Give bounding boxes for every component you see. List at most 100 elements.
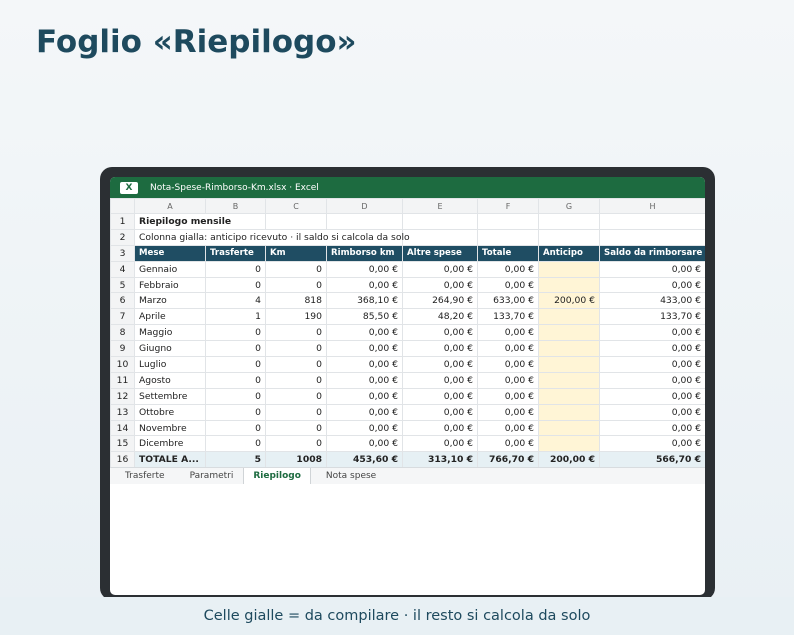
- column-letter[interactable]: B: [205, 198, 266, 214]
- data-cell[interactable]: 133,70 €: [477, 308, 539, 326]
- data-cell[interactable]: 0,00 €: [326, 435, 403, 453]
- column-header-cell[interactable]: Km: [265, 244, 327, 262]
- data-cell[interactable]: 0,00 €: [599, 356, 705, 373]
- sheet-tab-nota-spese[interactable]: Nota spese: [311, 468, 386, 484]
- data-cell[interactable]: 0,00 €: [477, 371, 539, 389]
- empty-cell[interactable]: [599, 213, 705, 230]
- data-cell[interactable]: 0,00 €: [599, 403, 705, 421]
- data-cell[interactable]: Aprile: [134, 308, 206, 326]
- data-cell[interactable]: 818: [265, 292, 327, 310]
- data-cell[interactable]: Marzo: [134, 292, 206, 310]
- summary-title-cell[interactable]: Riepilogo mensile: [134, 213, 266, 230]
- data-cell[interactable]: Settembre: [134, 387, 206, 405]
- row-number[interactable]: 10: [110, 356, 135, 373]
- data-cell[interactable]: 0,00 €: [599, 324, 705, 342]
- total-cell[interactable]: 566,70 €: [599, 451, 705, 469]
- data-cell[interactable]: 0: [265, 324, 327, 342]
- data-cell[interactable]: Agosto: [134, 371, 206, 389]
- total-cell[interactable]: 200,00 €: [538, 451, 600, 469]
- data-cell[interactable]: Giugno: [134, 340, 206, 358]
- data-cell[interactable]: Maggio: [134, 324, 206, 342]
- column-letter[interactable]: E: [402, 198, 478, 214]
- empty-cell[interactable]: [538, 213, 600, 230]
- data-cell[interactable]: 0: [265, 276, 327, 294]
- data-cell[interactable]: 0,00 €: [402, 387, 478, 405]
- data-cell[interactable]: 0: [265, 371, 327, 389]
- row-number[interactable]: 3: [110, 244, 135, 262]
- column-letter[interactable]: G: [538, 198, 600, 214]
- empty-cell[interactable]: [599, 228, 705, 246]
- total-cell[interactable]: 5: [205, 451, 266, 469]
- row-number[interactable]: 1: [110, 213, 135, 230]
- column-letter[interactable]: H: [599, 198, 705, 214]
- total-cell[interactable]: 453,60 €: [326, 451, 403, 469]
- data-cell[interactable]: 0: [265, 340, 327, 358]
- empty-cell[interactable]: [477, 228, 539, 246]
- data-cell[interactable]: 0,00 €: [477, 340, 539, 358]
- data-cell[interactable]: 0,00 €: [477, 276, 539, 294]
- data-cell[interactable]: 0: [205, 340, 266, 358]
- sheet-tab-parametri[interactable]: Parametri: [175, 468, 244, 484]
- data-cell[interactable]: 4: [205, 292, 266, 310]
- anticipo-input-cell[interactable]: [538, 419, 600, 437]
- data-cell[interactable]: 0: [205, 435, 266, 453]
- anticipo-input-cell[interactable]: [538, 371, 600, 389]
- column-letter[interactable]: A: [134, 198, 206, 214]
- data-cell[interactable]: 433,00 €: [599, 292, 705, 310]
- data-cell[interactable]: 0,00 €: [599, 260, 705, 278]
- data-cell[interactable]: 0: [205, 324, 266, 342]
- anticipo-input-cell[interactable]: [538, 340, 600, 358]
- anticipo-input-cell[interactable]: [538, 324, 600, 342]
- empty-cell[interactable]: [265, 213, 327, 230]
- row-number[interactable]: 16: [110, 451, 135, 469]
- anticipo-input-cell[interactable]: [538, 276, 600, 294]
- data-cell[interactable]: 0,00 €: [599, 419, 705, 437]
- data-cell[interactable]: 0: [265, 356, 327, 373]
- data-cell[interactable]: 0: [205, 371, 266, 389]
- total-cell[interactable]: 1008: [265, 451, 327, 469]
- data-cell[interactable]: Ottobre: [134, 403, 206, 421]
- data-cell[interactable]: 0,00 €: [326, 419, 403, 437]
- data-cell[interactable]: 0: [205, 403, 266, 421]
- data-cell[interactable]: 0,00 €: [402, 371, 478, 389]
- sheet-tab-riepilogo[interactable]: Riepilogo: [243, 468, 311, 485]
- data-cell[interactable]: 0,00 €: [599, 340, 705, 358]
- row-number[interactable]: 12: [110, 387, 135, 405]
- row-number[interactable]: 14: [110, 419, 135, 437]
- data-cell[interactable]: 0,00 €: [599, 387, 705, 405]
- data-cell[interactable]: 0,00 €: [477, 387, 539, 405]
- data-cell[interactable]: 0: [265, 419, 327, 437]
- data-cell[interactable]: 0,00 €: [326, 260, 403, 278]
- column-header-cell[interactable]: Mese: [134, 244, 206, 262]
- data-cell[interactable]: 0,00 €: [477, 403, 539, 421]
- total-cell[interactable]: 313,10 €: [402, 451, 478, 469]
- row-number[interactable]: 4: [110, 260, 135, 278]
- data-cell[interactable]: 0,00 €: [599, 276, 705, 294]
- note-cell[interactable]: Colonna gialla: anticipo ricevuto · il s…: [134, 228, 410, 246]
- data-cell[interactable]: 0: [205, 276, 266, 294]
- data-cell[interactable]: 0,00 €: [599, 371, 705, 389]
- data-cell[interactable]: 0: [205, 419, 266, 437]
- data-cell[interactable]: 0,00 €: [477, 356, 539, 373]
- data-cell[interactable]: 264,90 €: [402, 292, 478, 310]
- data-cell[interactable]: 0: [205, 260, 266, 278]
- data-cell[interactable]: 0: [205, 356, 266, 373]
- empty-cell[interactable]: [477, 213, 539, 230]
- data-cell[interactable]: 0,00 €: [402, 356, 478, 373]
- row-number[interactable]: 6: [110, 292, 135, 310]
- column-letter[interactable]: F: [477, 198, 539, 214]
- data-cell[interactable]: 0,00 €: [326, 356, 403, 373]
- total-cell[interactable]: 766,70 €: [477, 451, 539, 469]
- empty-cell[interactable]: [538, 228, 600, 246]
- data-cell[interactable]: 85,50 €: [326, 308, 403, 326]
- data-cell[interactable]: 0: [265, 403, 327, 421]
- column-header-cell[interactable]: Anticipo: [538, 244, 600, 262]
- data-cell[interactable]: 368,10 €: [326, 292, 403, 310]
- anticipo-input-cell[interactable]: [538, 260, 600, 278]
- data-cell[interactable]: 0,00 €: [477, 435, 539, 453]
- data-cell[interactable]: 0,00 €: [402, 260, 478, 278]
- anticipo-input-cell[interactable]: [538, 356, 600, 373]
- data-cell[interactable]: 0: [265, 387, 327, 405]
- data-cell[interactable]: Dicembre: [134, 435, 206, 453]
- data-cell[interactable]: 0,00 €: [326, 340, 403, 358]
